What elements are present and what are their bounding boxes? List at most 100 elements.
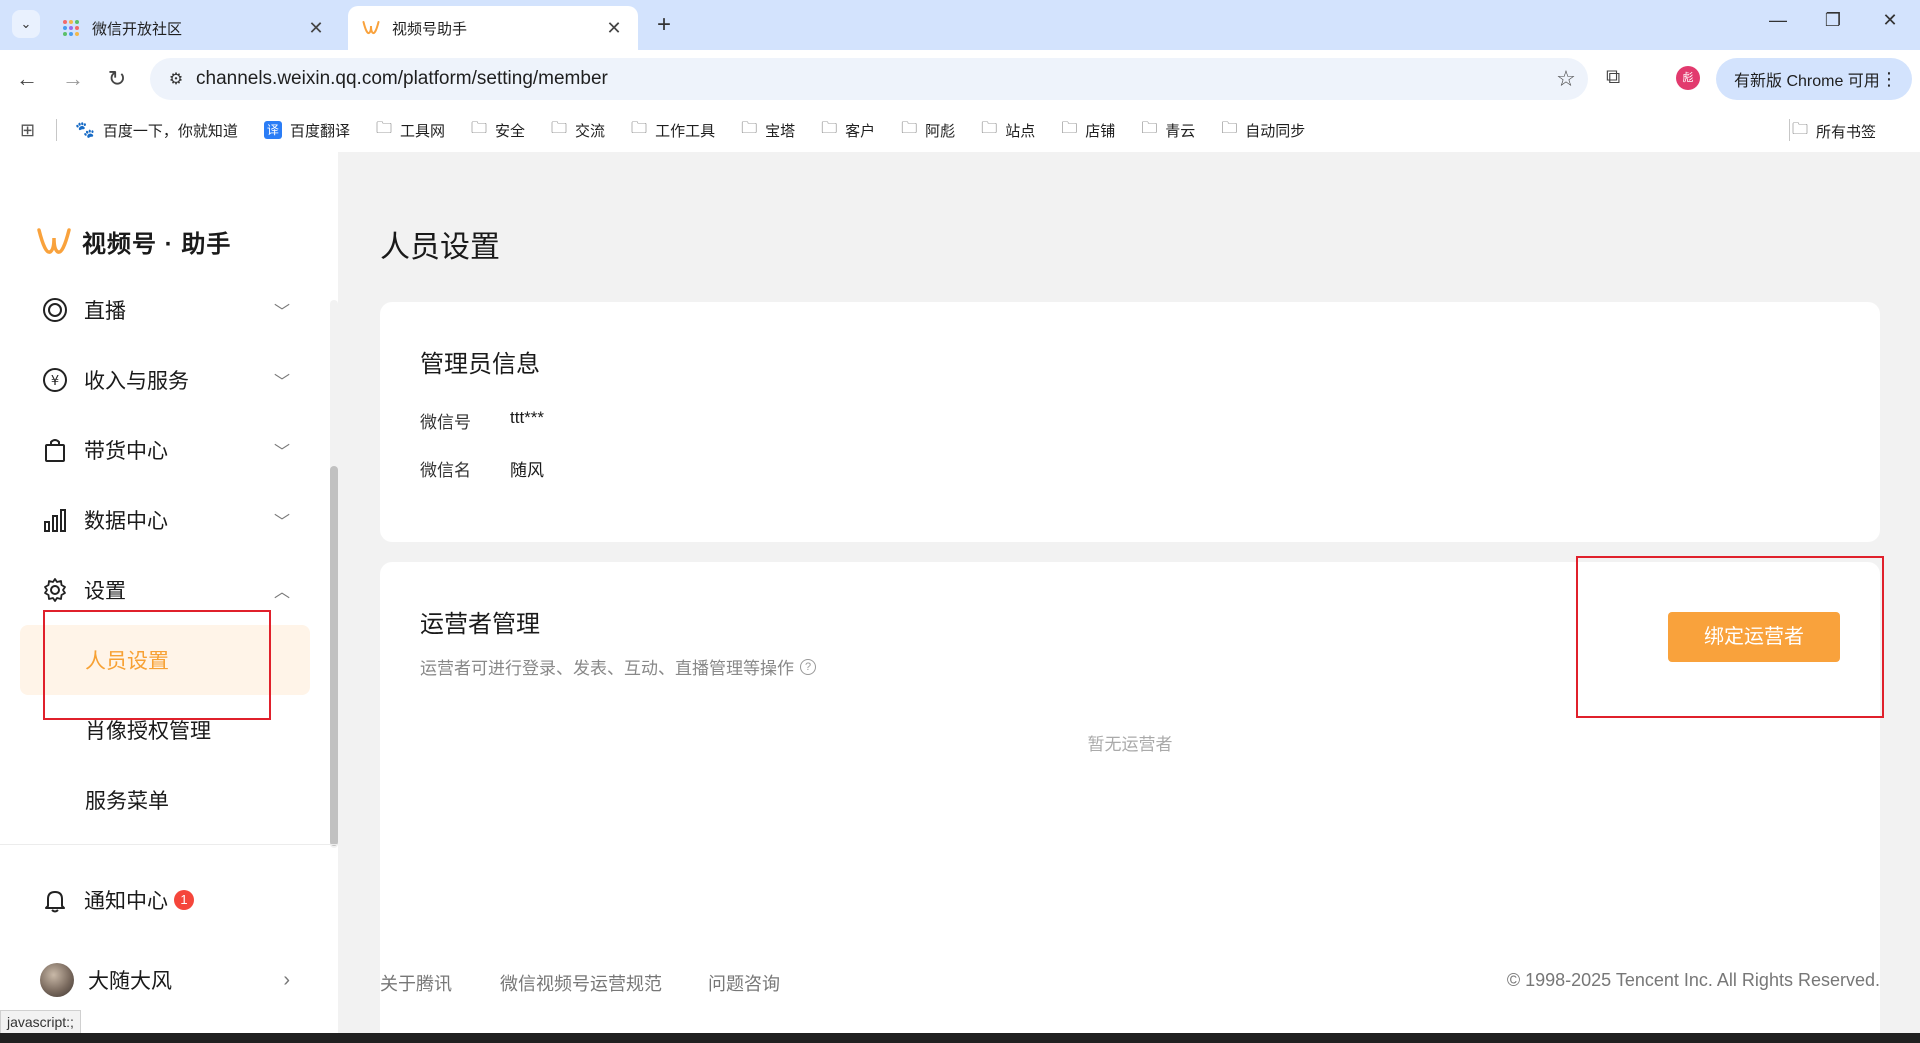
folder-icon: 🗀 [1061,119,1078,137]
bookmark-label: 百度翻译 [289,122,350,140]
sidebar-item-income[interactable]: ¥ 收入与服务 ﹀ [40,358,290,402]
user-name: 大随大风 [88,970,172,993]
sidebar-item-label: 直播 [84,300,126,323]
yuan-icon: ¥ [40,365,70,395]
chevron-up-icon: ︿ [273,584,290,601]
back-icon[interactable]: ← [12,65,42,93]
operator-management-title: 运营者管理 [420,611,540,638]
close-icon[interactable]: ✕ [306,18,326,39]
bookmark-folder[interactable]: 🗀 安全 [471,117,525,144]
bookmark-label: 店铺 [1085,122,1116,140]
site-info-icon[interactable]: ⚙ [156,69,196,89]
forward-icon[interactable]: → [58,65,88,93]
bookmark-label: 工具网 [399,122,445,140]
sidebar-item-live[interactable]: 直播 ﹀ [40,288,290,332]
bookmark-separator [56,119,57,141]
folder-icon: 🗀 [1221,119,1238,137]
wechat-id-label: 微信号 [420,413,471,432]
link-status-tooltip: javascript:; [0,1010,81,1034]
profile-avatar[interactable]: 彪 [1676,66,1700,90]
footer-link-operation-rules[interactable]: 微信视频号运营规范 [500,970,662,996]
bell-icon [40,885,70,915]
bookmark-label: 工作工具 [655,122,716,140]
live-icon [40,295,70,325]
wechat-name-label: 微信名 [420,461,471,480]
bookmark-folder[interactable]: 🗀 工作工具 [631,117,715,144]
restore-icon[interactable]: ❐ [1813,10,1853,31]
address-bar[interactable]: ⚙ channels.weixin.qq.com/platform/settin… [150,58,1588,100]
shopping-bag-icon [40,435,70,465]
bookmark-label: 青云 [1165,122,1196,140]
bookmark-folder[interactable]: 🗀 自动同步 [1221,117,1305,144]
operator-description-text: 运营者可进行登录、发表、互动、直播管理等操作 [420,659,794,678]
wechat-id-value: ttt*** [510,408,545,427]
folder-icon: 🗀 [1141,119,1158,137]
browser-toolbar: ← → ↻ ⚙ channels.weixin.qq.com/platform/… [0,50,1920,108]
bookmark-item[interactable]: 🐾 百度一下，你就知道 [75,120,238,141]
folder-icon: 🗀 [741,119,758,137]
reload-icon[interactable]: ↻ [102,65,132,93]
bookmark-folder[interactable]: 🗀 客户 [821,117,875,144]
window-close-icon[interactable]: ✕ [1870,10,1910,31]
bookmark-folder[interactable]: 🗀 店铺 [1061,117,1115,144]
bookmark-label: 百度一下，你就知道 [102,122,238,140]
sidebar-divider [0,844,338,845]
bookmark-label: 安全 [495,122,526,140]
sidebar: 视频号 · 助手 直播 ﹀ ¥ 收入与服务 ﹀ 带货中心 ﹀ 数据中心 ﹀ 设置… [0,152,338,1033]
brand[interactable]: 视频号 · 助手 [36,224,231,259]
translate-icon: 译 [263,121,282,139]
tab-channels-assistant[interactable]: 视频号助手 ✕ [348,6,638,50]
chevron-right-icon: › [283,968,290,991]
bookmark-separator [1789,119,1790,141]
sidebar-item-label: 收入与服务 [84,370,189,393]
apps-grid-icon[interactable]: ⊞ [20,120,42,141]
bar-chart-icon [40,505,70,535]
highlight-annotation-box [43,610,271,720]
minimize-icon[interactable]: — [1758,10,1798,31]
folder-icon: 🗀 [901,119,918,137]
all-bookmarks-button[interactable]: 🗀 所有书签 [1792,118,1876,145]
tab-wechat-community[interactable]: 微信开放社区 ✕ [48,6,340,50]
bookmark-folder[interactable]: 🗀 青云 [1141,117,1195,144]
admin-info-title: 管理员信息 [420,351,540,378]
bookmark-star-icon[interactable]: ☆ [1544,66,1588,92]
admin-info-card: 管理员信息 微信号 ttt*** 微信名 随风 [380,302,1880,542]
new-tab-button[interactable]: + [650,11,678,39]
more-menu-icon[interactable]: ⋮ [1880,69,1898,90]
sidebar-item-label: 数据中心 [84,510,168,533]
sidebar-user-profile[interactable]: 大随大风 › [40,958,290,1002]
tab-search-button[interactable]: ⌄ [12,10,40,38]
sidebar-item-notifications[interactable]: 通知中心 1 [40,878,290,922]
bookmark-folder[interactable]: 🗀 宝塔 [741,117,795,144]
sidebar-item-commerce[interactable]: 带货中心 ﹀ [40,428,290,472]
bookmark-label: 所有书签 [1815,124,1876,141]
update-label: 有新版 Chrome 可用 [1734,73,1880,90]
bookmark-item[interactable]: 译百度翻译 [263,120,350,141]
footer-link-about-tencent[interactable]: 关于腾讯 [380,970,452,996]
bookmark-label: 自动同步 [1245,122,1306,140]
bookmark-folder[interactable]: 🗀 交流 [551,117,605,144]
extensions-icon[interactable]: ⧉ [1606,66,1620,89]
notification-count-badge: 1 [174,890,194,910]
sidebar-item-settings[interactable]: 设置 ︿ [40,568,290,612]
bookmark-folder[interactable]: 🗀 工具网 [376,117,445,144]
bookmark-folder[interactable]: 🗀 阿彪 [901,117,955,144]
question-circle-icon[interactable]: ? [800,658,816,675]
sidebar-scrollbar-thumb[interactable] [330,466,338,846]
footer-link-help[interactable]: 问题咨询 [708,970,780,996]
tab-title: 微信开放社区 [92,20,183,38]
highlight-annotation-box [1576,556,1884,718]
chrome-update-button[interactable]: 有新版 Chrome 可用 ⋮ [1716,58,1912,100]
chevron-down-icon: ﹀ [273,514,290,531]
page-title: 人员设置 [380,231,500,264]
browser-tab-strip: ⌄ 微信开放社区 ✕ 视频号助手 ✕ + — ❐ ✕ [0,0,1920,50]
sidebar-subitem-service-menu[interactable]: 服务菜单 [85,778,169,822]
close-icon[interactable]: ✕ [604,18,624,39]
bookmark-folder[interactable]: 🗀 站点 [981,117,1035,144]
wechat-id-row: 微信号 ttt*** [420,408,544,433]
sidebar-item-label: 设置 [84,580,126,603]
url-text[interactable]: channels.weixin.qq.com/platform/setting/… [196,68,1544,90]
wechat-community-favicon-icon [63,20,79,36]
sidebar-item-data[interactable]: 数据中心 ﹀ [40,498,290,542]
folder-icon: 🗀 [551,119,568,137]
